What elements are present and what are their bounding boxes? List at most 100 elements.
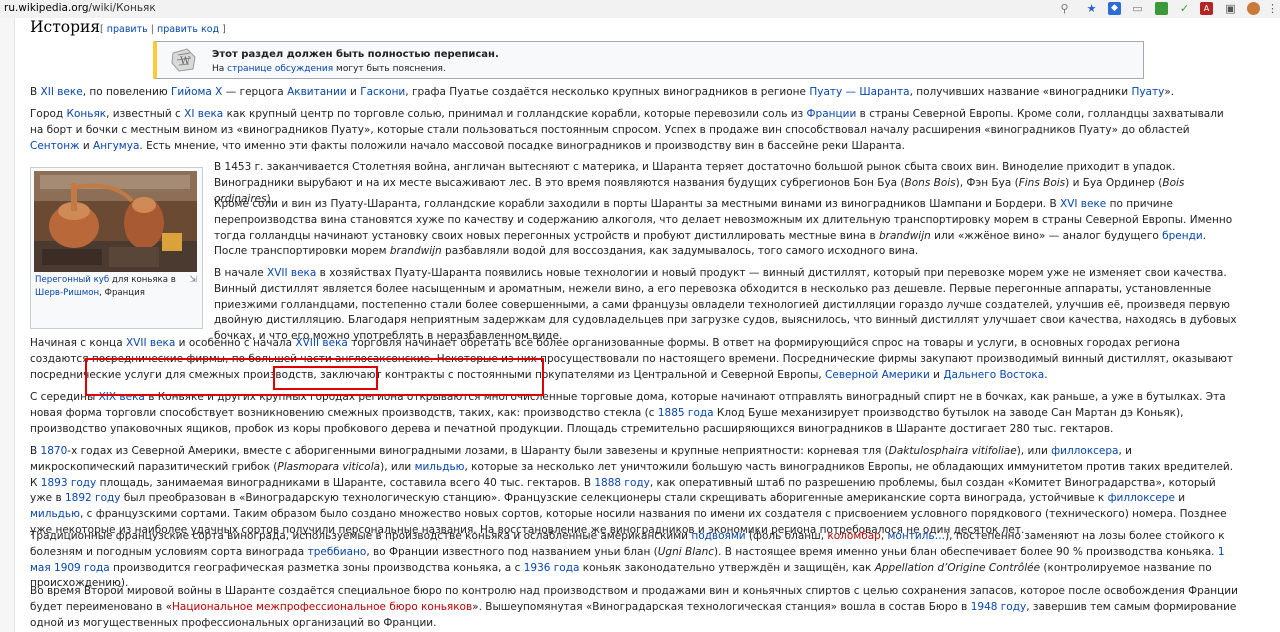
notice-title: Этот раздел должен быть полностью перепи… xyxy=(212,49,499,60)
paragraph-text: в хозяйствах Пуату-Шаранта появились нов… xyxy=(214,267,1237,343)
wiki-link[interactable]: XVI веке xyxy=(1060,198,1106,210)
extension-gray-icon[interactable]: ▣ xyxy=(1224,2,1237,15)
paragraph-text: В xyxy=(30,86,41,98)
paragraph-text: . xyxy=(1044,368,1048,381)
wiki-link[interactable]: 1888 году xyxy=(594,477,649,489)
paragraph-text: коньяк законодательно утверждён и защищё… xyxy=(579,561,875,574)
paragraph-text: Традиционные французские сорта винограда… xyxy=(30,530,692,542)
url-host: ru.wikipedia.org xyxy=(4,2,89,14)
wiki-link[interactable]: мильдью xyxy=(415,461,465,473)
wiki-link[interactable]: XVIII века xyxy=(295,337,347,349)
talk-page-link[interactable]: странице обсуждения xyxy=(227,64,333,74)
paragraph-text: (фоль бланш, xyxy=(745,530,828,542)
paragraph-text: В начале xyxy=(214,267,267,279)
italic-term: Ugni Blanc xyxy=(657,545,714,558)
paragraph-text: и xyxy=(346,86,361,98)
shield-extension-icon[interactable]: ◆ xyxy=(1108,2,1121,15)
paragraph-text: . Есть мнение, что именно эти факты поло… xyxy=(139,139,905,152)
wiki-link[interactable]: 1892 году xyxy=(65,492,120,504)
paragraph-text: был преобразован в «Виноградарскую техно… xyxy=(120,492,1108,505)
italic-term: Appellation d’Origine Contrôlée xyxy=(874,561,1041,574)
browser-menu-icon[interactable]: ⋮ xyxy=(1266,2,1279,15)
enlarge-icon[interactable]: ⇲ xyxy=(189,275,197,285)
puzzle-icon: W xyxy=(171,48,196,72)
paragraph-text: ). В настоящее время именно уньи блан об… xyxy=(714,545,1218,558)
paragraph-text: ), или xyxy=(380,460,415,473)
paragraph-text: ), Фэн Буа ( xyxy=(955,176,1019,189)
wiki-link[interactable]: XVII века xyxy=(126,337,175,349)
paragraph-text: Начиная с конца xyxy=(30,337,126,349)
redlink[interactable]: Национальное межпрофессиональное бюро ко… xyxy=(172,601,472,613)
paragraph-text: , по повелению xyxy=(82,86,172,98)
paragraph-text: и xyxy=(1174,492,1186,505)
wiki-link[interactable]: 1936 года xyxy=(524,562,580,574)
rewrite-notice: W Этот раздел должен быть полностью пере… xyxy=(153,41,1144,79)
cognac-still-image[interactable] xyxy=(34,171,197,272)
wiki-link[interactable]: 1885 года xyxy=(658,407,714,419)
svg-text:W: W xyxy=(180,56,191,67)
zoom-icon[interactable]: ⚲ xyxy=(1058,2,1071,15)
paragraph-text: , получивших название «виноградники xyxy=(909,86,1132,98)
italic-term: Bons Bois xyxy=(904,176,956,189)
wiki-link[interactable]: XII веке xyxy=(41,86,83,98)
wiki-link[interactable]: Аквитании xyxy=(287,86,347,98)
paragraph-text: ». Вышеупомянутая «Виноградарская технол… xyxy=(472,600,971,613)
paragraph-text: Город xyxy=(30,108,67,120)
wiki-link[interactable]: 1893 году xyxy=(41,477,96,489)
address-bar[interactable]: ru.wikipedia.org/wiki/Коньяк xyxy=(4,2,156,14)
wiki-link[interactable]: Франции xyxy=(807,108,857,120)
wiki-link[interactable]: Коньяк xyxy=(67,108,107,120)
paragraph-text: — герцога xyxy=(222,86,288,98)
paragraph-text: производится географическая разметка зон… xyxy=(109,561,524,574)
wiki-link[interactable]: бренди xyxy=(1162,230,1203,242)
paragraph-text: или «жжёное вино» — аналог будущего xyxy=(930,229,1163,242)
figure-thumbnail: Перегонный куб для коньяка в Шерв-Ришмон… xyxy=(30,167,203,329)
bookmark-star-icon[interactable]: ★ xyxy=(1085,2,1098,15)
edit-link[interactable]: править xyxy=(107,24,148,35)
paragraph: Во время Второй мировой войны в Шаранте … xyxy=(30,584,1238,631)
wiki-link[interactable]: Дальнего Востока xyxy=(943,369,1044,381)
edit-code-link[interactable]: править код xyxy=(157,24,219,35)
check-extension-icon[interactable]: ✓ xyxy=(1178,2,1191,15)
wiki-link[interactable]: 1909 года xyxy=(54,562,110,574)
wiki-link[interactable]: 1948 году xyxy=(971,601,1026,613)
italic-term: Fins Bois xyxy=(1018,176,1066,189)
wiki-link[interactable]: мильдью xyxy=(30,508,80,520)
wiki-link[interactable]: подвоями xyxy=(691,530,745,542)
wiki-link[interactable]: 1870 xyxy=(41,445,68,457)
caption-link-still[interactable]: Перегонный куб xyxy=(35,275,109,285)
wiki-link[interactable]: треббиано xyxy=(308,546,367,558)
notice-text: На странице обсуждения могут быть поясне… xyxy=(212,64,446,74)
paragraph-text: В xyxy=(30,445,41,457)
paragraph-text: и xyxy=(929,368,944,381)
wiki-link[interactable]: Ангумуа xyxy=(93,140,139,152)
extension-green-icon[interactable] xyxy=(1155,2,1168,15)
wiki-link[interactable]: филлоксера xyxy=(1051,445,1118,457)
wiki-link[interactable]: XVII века xyxy=(267,267,316,279)
wiki-link[interactable]: Пуату xyxy=(1131,86,1164,98)
paragraph-text: ), или xyxy=(1016,445,1052,457)
wiki-link[interactable]: филлоксере xyxy=(1108,492,1175,504)
paragraph-text: Кроме соли и вин из Пуату-Шаранта, голла… xyxy=(214,198,1060,210)
pdf-extension-icon[interactable]: A xyxy=(1200,2,1213,15)
paragraph-text: и особенно с начала xyxy=(175,337,296,349)
paragraph: В XII веке, по повелению Гийома X — герц… xyxy=(30,85,1238,101)
italic-term: brandwijn xyxy=(389,245,442,258)
wiki-link[interactable]: монтиль… xyxy=(888,530,946,542)
italic-term: brandwijn xyxy=(878,229,931,242)
wiki-link[interactable]: XI века xyxy=(184,108,223,120)
paragraph-text: , известный с xyxy=(106,108,185,120)
caption-link-place[interactable]: Шерв-Ришмон xyxy=(35,288,99,298)
sidebar-edge xyxy=(0,18,15,632)
wiki-link[interactable]: Пуату — Шаранта xyxy=(809,86,909,98)
italic-term: Daktulosphaira vitifoliae xyxy=(888,445,1017,457)
redlink[interactable]: коломбар xyxy=(827,530,880,542)
wiki-link[interactable]: Гаскони xyxy=(360,86,405,98)
wiki-link[interactable]: Сентонж xyxy=(30,140,80,152)
profile-avatar[interactable] xyxy=(1247,2,1260,15)
wiki-link[interactable]: Северной Америки xyxy=(825,369,930,381)
wiki-link[interactable]: Гийома X xyxy=(171,86,222,98)
paragraph-text: площадь, занимаемая виноградниками в Шар… xyxy=(96,476,595,489)
italic-term: Plasmopara viticola xyxy=(277,460,381,473)
extension-icon[interactable]: ▭ xyxy=(1131,2,1144,15)
